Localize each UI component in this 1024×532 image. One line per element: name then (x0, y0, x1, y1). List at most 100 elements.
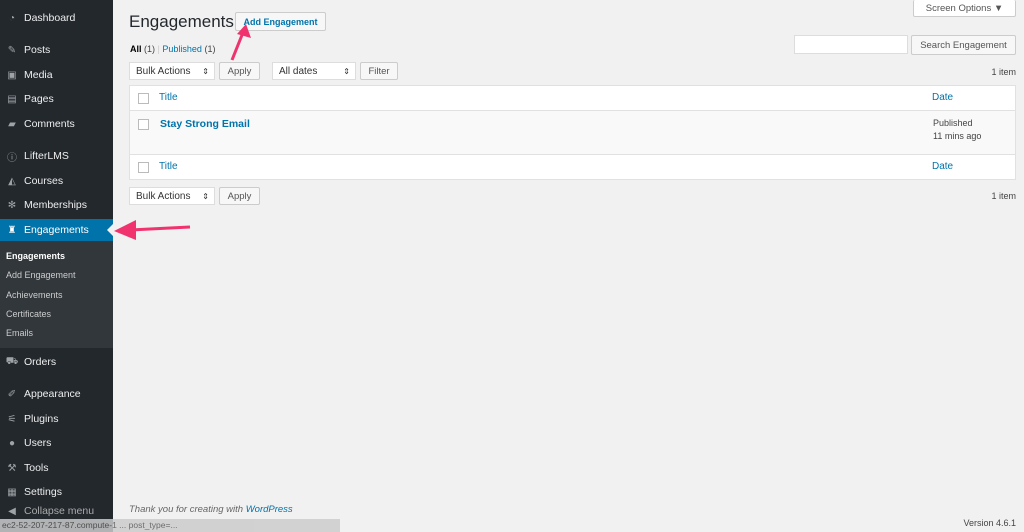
column-title[interactable]: Title (159, 92, 178, 103)
search-input[interactable] (794, 35, 908, 54)
sidebar-item-label: Courses (24, 175, 64, 187)
bulk-actions-select-bottom[interactable]: Bulk Actions ⇕ (129, 187, 215, 205)
footer-thanks: Thank you for creating with WordPress (129, 504, 293, 515)
lifterlms-icon: ⓘ (7, 152, 17, 164)
media-icon: ▣ (7, 69, 17, 81)
brush-icon: ✐ (7, 388, 17, 400)
sidebar-item-label: LifterLMS (24, 150, 69, 162)
column-date-bottom[interactable]: Date (932, 161, 953, 172)
screen-options-button[interactable]: Screen Options ▼ (913, 0, 1016, 17)
row-status: Published (933, 118, 973, 128)
submenu-certificates[interactable]: Certificates (6, 309, 51, 319)
search-engagement-button[interactable]: Search Engagement (911, 35, 1016, 55)
settings-icon: ▦ (7, 486, 17, 498)
sidebar-item-label: Pages (24, 93, 54, 105)
bulk-actions-select-top[interactable]: Bulk Actions ⇕ (129, 62, 215, 80)
sidebar-item-pages[interactable]: ▤ Pages (0, 88, 113, 110)
wrench-icon: ⚒ (7, 462, 17, 474)
sidebar-item-orders[interactable]: ⛟ Orders (0, 351, 113, 373)
sidebar-item-label: Collapse menu (24, 505, 95, 517)
dashboard-icon: ◔ (8, 12, 16, 24)
sidebar-item-label: Dashboard (24, 12, 76, 24)
comment-icon: ▰ (8, 118, 16, 130)
select-all-checkbox[interactable] (138, 93, 149, 104)
sidebar-item-label: Engagements (24, 224, 89, 236)
sidebar-item-plugins[interactable]: ⚟ Plugins (0, 408, 113, 430)
engagements-submenu: Engagements Add Engagement Achievements … (0, 241, 113, 348)
select-arrows-icon: ⇕ (202, 66, 209, 76)
cart-icon: ⛟ (5, 355, 19, 367)
sidebar-item-dashboard[interactable]: ◔ Dashboard (0, 7, 113, 29)
submenu-engagements[interactable]: Engagements (6, 251, 65, 261)
dates-label: All dates (279, 65, 318, 77)
sidebar-item-label: Media (24, 69, 53, 81)
table-footer: Title Date (130, 154, 1015, 180)
wordpress-link[interactable]: WordPress (246, 504, 293, 515)
caret-down-icon: ▼ (993, 2, 1004, 14)
collapse-icon: ◀ (8, 505, 16, 517)
row-time: 11 mins ago (933, 131, 982, 141)
sidebar-item-tools[interactable]: ⚒ Tools (0, 457, 113, 479)
sidebar-item-label: Posts (24, 44, 51, 56)
filter-published[interactable]: Published (162, 44, 202, 54)
version-text: Version 4.6.1 (963, 518, 1016, 528)
filter-all[interactable]: All (130, 44, 142, 54)
sidebar-item-engagements[interactable]: ♜ Engagements (0, 219, 113, 241)
select-arrows-icon: ⇕ (343, 66, 350, 76)
sidebar-item-label: Appearance (24, 388, 81, 400)
sidebar-item-memberships[interactable]: ✻ Memberships (0, 194, 113, 216)
pointer-arrow-icon (114, 220, 191, 240)
sidebar-item-label: Orders (24, 356, 57, 368)
sidebar-item-courses[interactable]: ◭ Courses (0, 170, 113, 192)
row-title-link[interactable]: Stay Strong Email (160, 118, 250, 130)
bulk-label: Bulk Actions (136, 65, 191, 77)
graduation-cap-icon: ◭ (8, 175, 16, 187)
pin-icon: ✎ (7, 44, 17, 56)
sidebar-item-comments[interactable]: ▰ Comments (0, 113, 113, 135)
sidebar-item-label: Comments (24, 118, 75, 130)
item-count-top: 1 item (991, 67, 1016, 77)
filter-button[interactable]: Filter (360, 62, 398, 80)
sidebar-item-lifterlms[interactable]: ⓘ LifterLMS (0, 145, 113, 167)
sidebar-item-appearance[interactable]: ✐ Appearance (0, 383, 113, 405)
dates-select[interactable]: All dates ⇕ (272, 62, 356, 80)
plugin-icon: ⚟ (7, 413, 17, 425)
column-title-bottom[interactable]: Title (159, 161, 178, 172)
user-icon: ● (8, 437, 16, 449)
select-arrows-icon: ⇕ (202, 191, 209, 201)
thanks-text: Thank you for creating with (129, 504, 246, 515)
submenu-achievements[interactable]: Achievements (6, 290, 63, 300)
sidebar-item-label: Users (24, 437, 52, 449)
select-all-checkbox-bottom[interactable] (138, 162, 149, 173)
sidebar-item-label: Memberships (24, 199, 88, 211)
table-row: Stay Strong Email Published 11 mins ago (130, 111, 1015, 154)
page-title: Engagements (129, 12, 234, 31)
submenu-emails[interactable]: Emails (6, 328, 33, 338)
sidebar-item-posts[interactable]: ✎ Posts (0, 39, 113, 61)
apply-button-top[interactable]: Apply (219, 62, 260, 80)
sidebar-item-media[interactable]: ▣ Media (0, 64, 113, 86)
apply-button-bottom[interactable]: Apply (219, 187, 260, 205)
published-count: (1) (204, 44, 216, 54)
pages-icon: ▤ (7, 93, 17, 105)
engagements-table: Title Date Stay Strong Email Published 1… (129, 85, 1016, 180)
group-icon: ✻ (7, 199, 17, 211)
all-count: (1) (144, 44, 156, 54)
screen-options-label: Screen Options (925, 2, 992, 14)
sidebar-item-label: Settings (24, 486, 62, 498)
separator: | (157, 44, 160, 54)
admin-sidebar: Engagements Add Engagement Achievements … (0, 0, 113, 532)
sidebar-item-label: Plugins (24, 413, 59, 425)
bulk-label: Bulk Actions (136, 190, 191, 202)
column-date[interactable]: Date (932, 92, 953, 103)
item-count-bottom: 1 item (991, 191, 1016, 201)
view-filters: All (1) | Published (1) (130, 44, 215, 54)
award-icon: ♜ (7, 224, 17, 236)
pointer-arrow-icon (230, 24, 251, 61)
submenu-add-engagement[interactable]: Add Engagement (6, 270, 76, 280)
sidebar-item-users[interactable]: ● Users (0, 432, 113, 454)
row-checkbox[interactable] (138, 119, 149, 130)
sidebar-item-label: Tools (24, 462, 49, 474)
table-header: Title Date (130, 86, 1015, 111)
browser-status-bar: ec2-52-207-217-87.compute-1 ... post_typ… (0, 519, 340, 532)
